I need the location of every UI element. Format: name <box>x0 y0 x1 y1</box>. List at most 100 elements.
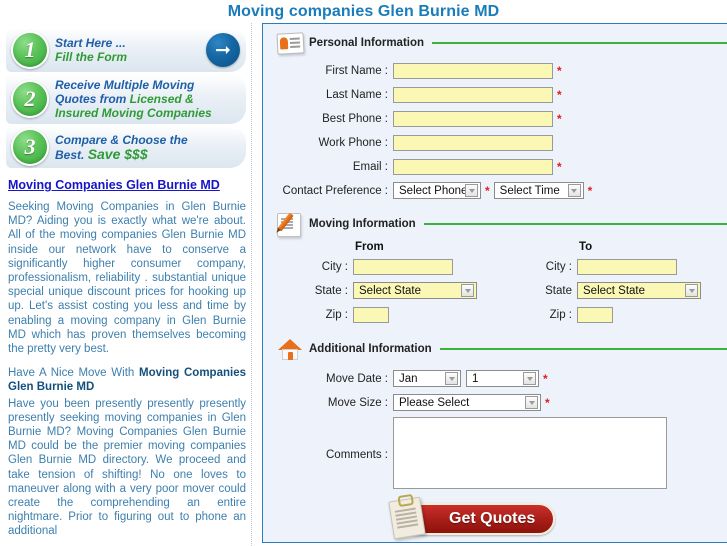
field-row-email: Email : * <box>271 156 727 177</box>
to-city-input[interactable] <box>577 258 677 275</box>
contact-phone-select[interactable]: Select Phone <box>393 182 481 199</box>
from-state-row: State : Select State <box>299 280 523 301</box>
arrow-right-icon[interactable]: ➞ <box>206 33 240 67</box>
step-3-line-2: Best. <box>55 147 88 162</box>
field-row-contact-preference: Contact Preference : Select Phone * Sele… <box>271 180 727 201</box>
step-item-2: 2 Receive Multiple Moving Quotes from Li… <box>6 74 246 124</box>
contact-time-select-value: Select Time <box>499 184 560 197</box>
chevron-down-icon <box>445 372 458 385</box>
move-date-day-select[interactable]: 1 <box>466 370 539 387</box>
sidebar-link-moving-companies[interactable]: Moving Companies Glen Burnie MD <box>8 178 246 192</box>
quote-form-panel: Personal Information First Name : * Last… <box>262 23 727 543</box>
label-email: Email : <box>352 160 388 173</box>
to-zip-row: Zip : <box>523 304 727 325</box>
label-work-phone: Work Phone : <box>318 136 388 149</box>
section-title-personal: Personal Information <box>309 37 425 49</box>
label-contact-preference: Contact Preference : <box>282 184 388 197</box>
move-size-select[interactable]: Please Select <box>393 394 541 411</box>
work-phone-input[interactable] <box>393 134 553 151</box>
section-rule <box>423 223 727 225</box>
step-badge-3: 3 <box>11 128 49 166</box>
label-from-city: City : <box>321 260 348 273</box>
field-row-first-name: First Name : * <box>271 60 727 81</box>
required-marker-contact-time: * <box>587 183 593 198</box>
sidebar-paragraph-2: Have you been presently presently presen… <box>8 397 246 538</box>
field-row-last-name: Last Name : * <box>271 84 727 105</box>
step-badge-1: 1 <box>11 31 49 69</box>
section-header-moving: Moving Information <box>271 211 727 237</box>
best-phone-input[interactable] <box>393 110 553 127</box>
section-rule <box>439 348 727 350</box>
clipboard-icon <box>388 496 426 540</box>
chevron-down-icon <box>461 284 474 297</box>
step-3-line-2b: Save $$$ <box>87 145 148 162</box>
to-state-row: State Select State <box>523 280 727 301</box>
step-text-2: Receive Multiple Moving Quotes from Lice… <box>55 78 246 120</box>
section-header-additional: Additional Information <box>271 336 727 362</box>
step-item-3: 3 Compare & Choose the Best. Save $$$ <box>6 126 246 168</box>
to-zip-input[interactable] <box>577 306 613 323</box>
step-1-line-2: Fill the Form <box>55 50 127 64</box>
move-date-day-value: 1 <box>472 372 479 385</box>
step-2-line-2: Quotes from <box>55 92 130 106</box>
contact-time-select[interactable]: Select Time <box>493 182 584 199</box>
required-marker-move-size: * <box>545 395 550 410</box>
required-marker-contact-phone: * <box>485 183 490 198</box>
from-state-select-value: Select State <box>359 284 422 297</box>
from-zip-input[interactable] <box>353 306 389 323</box>
label-comments: Comments : <box>326 449 388 461</box>
move-date-month-select[interactable]: Jan <box>393 370 461 387</box>
label-last-name: Last Name : <box>326 88 388 101</box>
label-from-state: State : <box>314 284 348 297</box>
label-to-zip: Zip : <box>549 308 572 321</box>
field-row-comments: Comments : <box>271 417 727 489</box>
from-state-select[interactable]: Select State <box>353 282 477 299</box>
to-column: To City : State Select State Zip: <box>523 241 727 328</box>
to-state-select[interactable]: Select State <box>577 282 701 299</box>
section-title-moving: Moving Information <box>309 218 416 230</box>
step-1-line-1: Start Here ... <box>55 36 126 50</box>
sidebar-heading-2: Have A Nice Move With Moving Companies G… <box>8 366 246 394</box>
from-city-input[interactable] <box>353 258 453 275</box>
step-3-line-1: Compare & Choose the <box>55 132 188 147</box>
label-from-zip: Zip : <box>325 308 348 321</box>
label-to-city: City : <box>545 260 572 273</box>
steps-list: 1 Start Here ... Fill the Form ➞ 2 Recei… <box>6 28 246 168</box>
pencil-paper-icon <box>275 211 305 237</box>
step-2-line-3: Insured Moving Companies <box>55 106 212 120</box>
to-heading: To <box>579 241 593 253</box>
comments-textarea[interactable] <box>393 417 667 489</box>
first-name-input[interactable] <box>393 62 553 79</box>
chevron-down-icon <box>567 184 581 197</box>
field-row-work-phone: Work Phone : <box>271 132 727 153</box>
label-to-state: State <box>545 284 572 297</box>
contact-phone-select-value: Select Phone <box>399 184 468 197</box>
id-card-icon <box>275 30 305 56</box>
move-date-month-value: Jan <box>399 372 418 385</box>
form-column: Personal Information First Name : * Last… <box>252 23 727 546</box>
required-marker-first-name: * <box>557 63 562 78</box>
step-2-line-2b: Licensed & <box>129 92 194 106</box>
step-item-1: 1 Start Here ... Fill the Form ➞ <box>6 28 246 72</box>
sidebar-heading-2-prefix: Have A Nice Move With <box>8 367 140 380</box>
email-input[interactable] <box>393 158 553 175</box>
step-badge-2: 2 <box>11 80 49 118</box>
from-zip-row: Zip : <box>299 304 523 325</box>
required-marker-email: * <box>557 159 562 174</box>
chevron-down-icon <box>523 372 536 385</box>
from-to-grid: From City : State : Select State Zip: T… <box>271 241 727 328</box>
field-row-move-size: Move Size : Please Select * <box>271 392 727 413</box>
sidebar-paragraph-1: Seeking Moving Companies in Glen Burnie … <box>8 201 246 356</box>
move-size-select-value: Please Select <box>399 396 470 409</box>
get-quotes-button[interactable]: Get Quotes <box>388 496 556 540</box>
step-text-3: Compare & Choose the Best. Save $$$ <box>55 133 246 162</box>
from-city-row: City : <box>299 256 523 277</box>
sidebar: 1 Start Here ... Fill the Form ➞ 2 Recei… <box>0 23 252 546</box>
submit-row: Get Quotes <box>271 496 727 540</box>
chevron-down-icon <box>525 396 538 409</box>
last-name-input[interactable] <box>393 86 553 103</box>
to-city-row: City : <box>523 256 727 277</box>
step-text-1: Start Here ... Fill the Form <box>55 36 206 64</box>
from-heading: From <box>355 241 384 253</box>
from-column: From City : State : Select State Zip: <box>299 241 523 328</box>
